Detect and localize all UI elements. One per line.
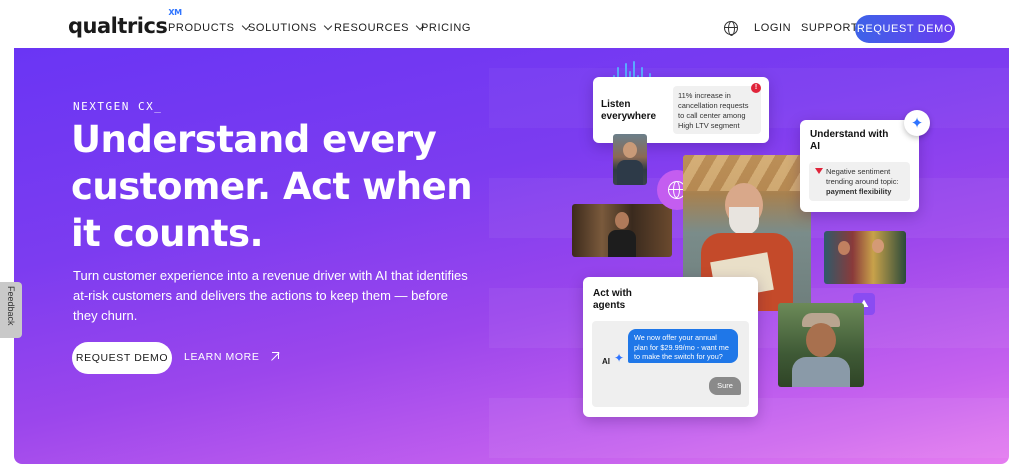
nav-solutions[interactable]: SOLUTIONS <box>248 21 333 34</box>
nav-solutions-label: SOLUTIONS <box>248 22 317 34</box>
customer-photo-group <box>824 231 906 284</box>
login-link[interactable]: LOGIN <box>754 22 791 34</box>
nav-pricing[interactable]: PRICING <box>421 22 471 34</box>
ai-agent-label: AI <box>602 357 610 366</box>
understand-insight-text: Negative sentiment trending around topic… <box>826 167 899 186</box>
feedback-tab[interactable]: Feedback <box>0 282 22 338</box>
act-with-agents-card: Act with agents We now offer your annual… <box>583 277 758 417</box>
customer-reply-text: Sure <box>717 381 733 390</box>
request-demo-nav-button[interactable]: REQUEST DEMO <box>855 15 955 43</box>
listen-insight-text: 11% increase in cancellation requests to… <box>678 91 749 130</box>
alert-icon: ! <box>751 83 761 93</box>
understand-topic-text: payment flexibility <box>826 187 892 196</box>
customer-photo-man <box>613 134 647 185</box>
request-demo-button[interactable]: REQUEST DEMO <box>72 342 172 374</box>
nav-resources[interactable]: RESOURCES <box>334 21 425 34</box>
feedback-label: Feedback <box>6 286 16 326</box>
understand-insight-box: Negative sentiment trending around topic… <box>809 162 910 201</box>
chat-panel: We now offer your annual plan for $29.99… <box>592 321 749 407</box>
trend-down-icon <box>815 168 823 174</box>
logo-badge: XM <box>168 8 182 17</box>
hero-eyebrow: NEXTGEN CX_ <box>73 100 163 113</box>
globe-icon[interactable] <box>724 21 738 36</box>
learn-more-label: LEARN MORE <box>184 351 260 363</box>
nav-products[interactable]: PRODUCTS <box>168 21 250 34</box>
ai-sparkle-icon: ✦ <box>904 110 930 136</box>
hero-subtext: Turn customer experience into a revenue … <box>73 268 468 323</box>
act-card-title: Act with agents <box>593 288 632 311</box>
listen-card-title: Listen everywhere <box>601 99 657 122</box>
arrow-up-right-icon <box>269 352 280 362</box>
qualtrics-logo[interactable]: qualtricsXM <box>68 8 182 38</box>
hero-headline: Understand every customer. Act when it c… <box>71 118 473 255</box>
agent-message-text: We now offer your annual plan for $29.99… <box>634 333 729 361</box>
understand-with-ai-card: Understand with AI Negative sentiment tr… <box>800 120 919 212</box>
logo-text: qualtrics <box>68 14 168 38</box>
listen-insight-box: 11% increase in cancellation requests to… <box>673 86 761 134</box>
agent-message-bubble: We now offer your annual plan for $29.99… <box>628 329 738 363</box>
top-navigation: qualtricsXM PRODUCTS SOLUTIONS RESOURCES… <box>0 0 1024 50</box>
customer-photo-woman <box>572 204 672 257</box>
ai-sparkle-small-icon: ✦ <box>614 351 625 365</box>
nav-pricing-label: PRICING <box>421 22 472 34</box>
customer-reply-bubble: Sure <box>709 377 741 395</box>
learn-more-link[interactable]: LEARN MORE <box>184 351 280 363</box>
nav-resources-label: RESOURCES <box>334 22 410 34</box>
support-link[interactable]: SUPPORT <box>801 22 858 34</box>
nav-products-label: PRODUCTS <box>168 22 235 34</box>
customer-photo-hiker <box>778 303 864 387</box>
understand-card-title: Understand with AI <box>810 129 889 152</box>
chevron-down-icon <box>323 21 333 31</box>
